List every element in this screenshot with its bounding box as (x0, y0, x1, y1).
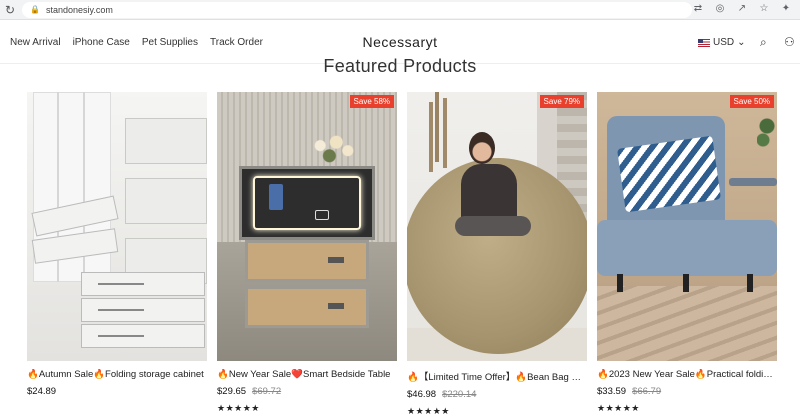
product-price: $46.98 (407, 389, 437, 400)
nav-new-arrival[interactable]: New Arrival (10, 37, 61, 48)
compare-at-price: $66.79 (632, 386, 662, 397)
product-card[interactable]: Save 50% 🔥2023 New Year Sale🔥Practical f… (597, 92, 777, 414)
product-image[interactable]: Save 50% (597, 92, 777, 361)
main-nav: New Arrival iPhone Case Pet Supplies Tra… (10, 37, 263, 48)
product-image[interactable] (27, 92, 207, 361)
eye-off-icon[interactable]: ◎ (714, 3, 726, 14)
product-card[interactable]: Save 58% 🔥New Year Sale❤️Smart Bedside T… (217, 92, 397, 414)
discount-badge: Save 50% (729, 95, 774, 108)
product-title[interactable]: 🔥Autumn Sale🔥Folding storage cabinet (27, 369, 207, 380)
currency-selector[interactable]: USD ⌄ (698, 37, 746, 48)
translate-icon[interactable]: ⇄ (692, 3, 704, 14)
product-title[interactable]: 🔥2023 New Year Sale🔥Practical folding so… (597, 369, 777, 380)
star-bookmark-icon[interactable]: ☆ (758, 3, 770, 14)
discount-badge: Save 58% (349, 95, 394, 108)
rating-stars: ★★★★★ (597, 403, 640, 413)
discount-badge: Save 79% (539, 95, 584, 108)
nav-pet-supplies[interactable]: Pet Supplies (142, 37, 198, 48)
currency-label: USD (713, 37, 735, 48)
product-image[interactable]: Save 79% (407, 92, 587, 361)
lock-icon: 🔒 (30, 5, 40, 14)
product-title[interactable]: 🔥【Limited Time Offer】🔥Bean Bag Chair (407, 369, 587, 383)
browser-toolbar: ↻ 🔒 standonesiy.com ⇄ ◎ ↗ ☆ ✦ (0, 0, 800, 20)
compare-at-price: $69.72 (252, 386, 282, 397)
address-bar[interactable]: 🔒 standonesiy.com (22, 1, 692, 18)
us-flag-icon (698, 38, 710, 47)
nav-iphone-case[interactable]: iPhone Case (73, 37, 130, 48)
search-icon[interactable]: ⌕ (760, 35, 767, 50)
product-card[interactable]: Save 79% 🔥【Limited Time Offer】🔥Bean Bag … (407, 92, 587, 417)
compare-at-price: $220.14 (442, 389, 477, 400)
section-title: Featured Products (323, 56, 477, 76)
product-card[interactable]: 🔥Autumn Sale🔥Folding storage cabinet $24… (27, 92, 207, 397)
chevron-down-icon: ⌄ (737, 37, 746, 48)
product-price: $24.89 (27, 386, 57, 397)
product-price: $29.65 (217, 386, 247, 397)
rating-stars: ★★★★★ (217, 403, 260, 413)
extensions-puzzle-icon[interactable]: ✦ (780, 3, 792, 14)
share-icon[interactable]: ↗ (736, 3, 748, 14)
url-text: standonesiy.com (45, 4, 113, 15)
reload-icon[interactable]: ↻ (0, 3, 20, 17)
nav-track-order[interactable]: Track Order (210, 37, 263, 48)
product-image[interactable]: Save 58% (217, 92, 397, 361)
product-title[interactable]: 🔥New Year Sale❤️Smart Bedside Table (217, 369, 397, 380)
product-price: $33.59 (597, 386, 627, 397)
account-icon[interactable]: ⚇ (784, 35, 795, 49)
